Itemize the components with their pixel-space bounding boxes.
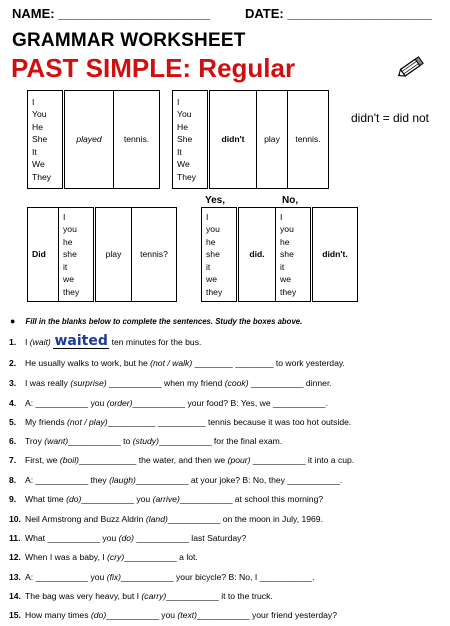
base-verb: play bbox=[264, 134, 280, 145]
subject-pronouns: I you he she it we they bbox=[58, 207, 96, 302]
past-verb: played bbox=[76, 134, 102, 145]
base-verb: play bbox=[105, 249, 122, 260]
contraction-note: didn't = did not bbox=[351, 111, 430, 125]
worksheet-subtitle: PAST SIMPLE: Regular bbox=[11, 53, 296, 83]
handwritten-answer: waited bbox=[54, 333, 108, 349]
sentence-row: 4. A: ___________ you (order)___________ … bbox=[9, 398, 328, 408]
no-aux: didn't. bbox=[322, 249, 348, 260]
object-word: tennis? bbox=[140, 249, 168, 260]
no-subjects: I you he she it we they bbox=[275, 207, 313, 302]
sentence-row: 12. When I was a baby, I (cry)___________… bbox=[9, 552, 198, 562]
yes-aux: did. bbox=[249, 249, 265, 260]
sentence-row: 13. A: ___________ you (fix)___________ y… bbox=[9, 572, 315, 582]
pencil-icon bbox=[397, 56, 424, 77]
question-table: Did I you he she it we they play tennis? bbox=[27, 207, 177, 302]
sentence-row: 3. I was really (surprise) ___________ wh… bbox=[9, 378, 332, 388]
instructions: ● Fill in the blanks below to complete th… bbox=[10, 316, 303, 326]
sentence-row: 6. Troy (want)___________ to (study)_____… bbox=[9, 436, 283, 446]
worksheet-title: GRAMMAR WORKSHEET bbox=[12, 30, 246, 51]
negative-table: I You He She It We They didn't play tenn… bbox=[172, 90, 329, 189]
short-answer-table: I you he she it we they did. I you he sh… bbox=[201, 207, 358, 302]
no-label: No, bbox=[282, 195, 299, 206]
sentence-row: 5. My friends (not / play)__________ ____… bbox=[9, 417, 352, 427]
yes-label: Yes, bbox=[205, 195, 226, 206]
sentence-row: 8. A: ___________ they (laugh)___________… bbox=[9, 475, 343, 485]
name-field-label: NAME: _____________________ bbox=[12, 6, 211, 21]
affirmative-table: I You He She It We They played tennis. bbox=[27, 90, 160, 189]
object-word: tennis. bbox=[295, 134, 321, 145]
sentence-row: 1. I (wait) waited ten minutes for the bu… bbox=[9, 333, 202, 349]
subject-pronouns: I You He She It We They bbox=[27, 90, 65, 189]
date-field-label: DATE: ____________________ bbox=[245, 6, 432, 21]
sentence-row: 10. Neil Armstrong and Buzz Aldrin (land)… bbox=[9, 514, 323, 524]
sentence-row: 2. He usually walks to work, but he (not … bbox=[9, 358, 345, 368]
sentence-row: 11. What ___________ you (do) ___________… bbox=[9, 533, 247, 543]
subject-pronouns: I You He She It We They bbox=[172, 90, 210, 189]
yes-subjects: I you he she it we they bbox=[201, 207, 239, 302]
negative-aux: didn't bbox=[221, 134, 245, 145]
object-word: tennis. bbox=[123, 134, 150, 145]
bullet-icon: ● bbox=[10, 316, 16, 326]
sentence-row: 9. What time (do)___________ you (arrive)… bbox=[9, 494, 324, 504]
sentence-row: 15. How many times (do)___________ you (t… bbox=[9, 610, 337, 620]
sentence-row: 14. The bag was very heavy, but I (carry)… bbox=[9, 591, 273, 601]
question-aux: Did bbox=[32, 249, 46, 260]
sentence-row: 7. First, we (boil)____________ the water… bbox=[9, 455, 355, 465]
